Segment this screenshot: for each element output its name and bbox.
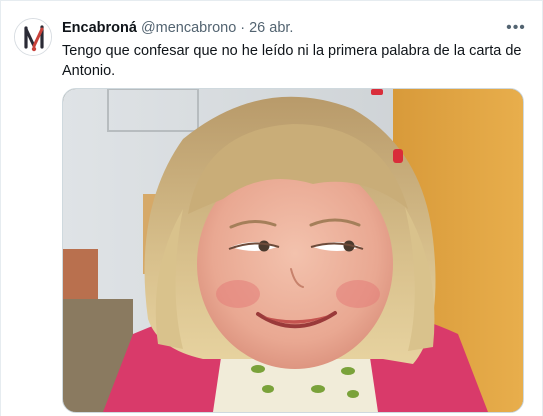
tweet-text: Tengo que confesar que no he leído ni la… — [62, 43, 522, 79]
tweet-date[interactable]: 26 abr. — [249, 18, 293, 38]
more-options-icon[interactable]: ••• — [506, 18, 526, 38]
tweet-card[interactable]: Encabroná @mencabrono · 26 abr. ••• Teng… — [0, 0, 543, 416]
separator-dot: · — [240, 20, 246, 36]
author-handle[interactable]: @mencabrono — [141, 18, 236, 38]
tweet-header: Encabroná @mencabrono · 26 abr. — [62, 18, 293, 38]
tweet-photo[interactable] — [62, 88, 524, 413]
avatar[interactable] — [14, 18, 52, 56]
photo-illustration — [63, 89, 523, 412]
author-name[interactable]: Encabroná — [62, 18, 137, 38]
